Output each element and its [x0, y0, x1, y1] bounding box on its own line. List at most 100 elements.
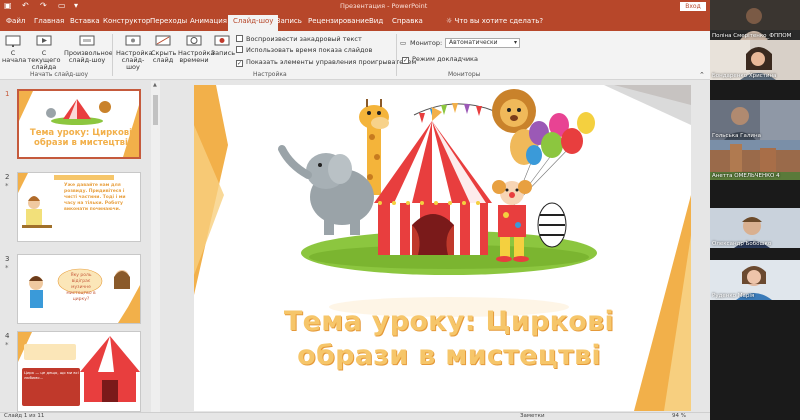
video-participants-panel: Поліна Смерітенко_ФППОМ Бондаренко Христ… — [710, 0, 800, 420]
slide-title[interactable]: Тема уроку: Циркові образи в мистецтві — [264, 305, 634, 373]
tell-me-label: Что вы хотите сделать? — [454, 17, 544, 25]
record-icon — [214, 35, 230, 46]
from-current-button[interactable]: С текущего слайда — [26, 34, 62, 71]
monitor-select[interactable]: Автоматически ▾ — [445, 38, 520, 48]
record-button[interactable]: Запись — [211, 34, 236, 57]
timer-icon — [186, 35, 202, 46]
hide-slide-icon — [155, 35, 171, 46]
tab-help[interactable]: Справка — [392, 17, 423, 25]
slide-accent-gray — [604, 85, 691, 125]
notes-button[interactable]: Заметки — [520, 413, 545, 419]
tab-design[interactable]: Конструктор — [103, 17, 150, 25]
slide-number: 4 — [5, 332, 10, 340]
participant-tile[interactable]: Олександр Бобошко — [710, 208, 800, 248]
participant-name: Бондаренко Христина — [712, 73, 777, 79]
thumbnail-text: Уже давайте нам для розвиду. Придивітеся… — [64, 183, 126, 212]
animation-star-icon: * — [5, 341, 9, 349]
participant-tile[interactable]: Гольська Галина — [710, 100, 800, 140]
custom-show-icon — [79, 35, 95, 46]
slide-number: 3 — [5, 255, 10, 263]
redo-icon[interactable]: ↷ — [40, 1, 47, 10]
save-icon[interactable]: ▣ — [4, 1, 12, 10]
rehearse-timings-button[interactable]: Настройка времени — [178, 34, 214, 64]
tab-slideshow[interactable]: Слайд-шоу — [228, 15, 279, 31]
animation-star-icon: * — [5, 182, 9, 190]
thumbnail-title: Тема уроку: Циркові образи в мистецтві — [29, 128, 133, 148]
sign-in-button[interactable]: Вход — [680, 2, 706, 11]
ribbon-tabs: Файл Главная Вставка Конструктор Переход… — [0, 13, 710, 31]
setup-show-button[interactable]: Настройка слайд-шоу — [116, 34, 153, 71]
player-controls-checkbox[interactable]: ✓ Показать элементы управления проигрыват… — [236, 58, 416, 67]
lion-face — [500, 99, 528, 127]
record-label: Запись — [211, 49, 236, 57]
hide-slide-button[interactable]: Скрыть слайд — [151, 34, 177, 64]
presenter-view-checkbox[interactable]: ✓ Режим докладчика — [402, 55, 478, 64]
from-beginning-button[interactable]: С начала — [2, 34, 27, 64]
slide-editor: Тема уроку: Циркові образи в мистецтві — [163, 81, 710, 412]
participant-tile[interactable]: Бондаренко Христина — [710, 40, 800, 80]
participant-tile[interactable]: Анетта ОМЕЛЬЧЕНКО 4 — [710, 140, 800, 180]
thumbnail-text: Яку роль відіграє музичне мистецтво в ци… — [66, 273, 96, 302]
lightbulb-icon: ☼ — [446, 17, 453, 25]
slide-title-line-2: образи в мистецтві — [297, 340, 601, 371]
scroll-up-icon[interactable]: ▲ — [153, 82, 157, 88]
title-bar: ▣ ↶ ↷ ▭ ▾ Презентация - PowerPoint Вход — [0, 0, 710, 13]
slide-thumbnail-4[interactable]: Цирк — це дещо, що ми всі любимо... — [17, 331, 141, 412]
screen: ▣ ↶ ↷ ▭ ▾ Презентация - PowerPoint Вход … — [0, 0, 800, 420]
scrollbar-thumb[interactable] — [153, 95, 158, 125]
slide-thumbnail-3[interactable]: Яку роль відіграє музичне мистецтво в ци… — [17, 254, 141, 324]
slide-number: 2 — [5, 173, 10, 181]
slide-title-line-1: Тема уроку: Циркові — [283, 306, 615, 337]
collapse-ribbon-icon[interactable]: ⌃ — [699, 71, 705, 79]
undo-icon[interactable]: ↶ — [22, 1, 29, 10]
narration-checkbox[interactable]: Воспроизвести закадровый текст — [236, 35, 362, 43]
tab-record[interactable]: Запись — [276, 17, 302, 25]
tab-transitions[interactable]: Переходы — [150, 17, 187, 25]
tab-view[interactable]: Вид — [369, 17, 383, 25]
thumbnails-scrollbar[interactable]: ▲ — [151, 81, 160, 412]
narration-label: Воспроизвести закадровый текст — [246, 35, 362, 43]
participant-name: Анетта ОМЕЛЬЧЕНКО 4 — [712, 173, 780, 179]
from-current-label: С текущего слайда — [27, 49, 61, 71]
player-controls-label: Показать элементы управления проигрывате… — [246, 58, 417, 66]
group-start-label: Начать слайд-шоу — [30, 71, 89, 78]
participant-name: Олександр Бобошко — [712, 241, 772, 247]
checkbox-icon — [236, 35, 243, 42]
from-beginning-label: С начала — [2, 49, 27, 64]
checkmark-icon: ✓ — [236, 60, 243, 67]
setup-show-icon — [125, 35, 141, 46]
animation-star-icon: * — [5, 264, 9, 272]
tab-home[interactable]: Главная — [34, 17, 64, 25]
custom-show-button[interactable]: Произвольное слайд-шоу — [64, 34, 113, 64]
monitor-label: Монитор: — [410, 39, 443, 47]
group-setup-label: Настройка — [253, 71, 287, 78]
hide-slide-label: Скрыть слайд — [151, 49, 177, 64]
slide-counter: Слайд 1 из 11 — [4, 413, 45, 419]
slide-thumbnail-2[interactable]: Уже давайте нам для розвиду. Придивітеся… — [17, 172, 141, 242]
ribbon-divider — [396, 34, 397, 76]
participant-tile[interactable]: Руденко Марія — [710, 260, 800, 300]
tab-file[interactable]: Файл — [6, 17, 25, 25]
start-from-beginning-icon[interactable]: ▭ — [58, 1, 66, 10]
current-slide[interactable]: Тема уроку: Циркові образи в мистецтві — [194, 85, 691, 411]
tab-review[interactable]: Рецензирование — [308, 17, 369, 25]
thumbnail-text: Цирк — це дещо, що ми всі любимо... — [24, 370, 79, 380]
monitor-value: Автоматически — [449, 39, 498, 46]
tell-me-search[interactable]: ☼ Что вы хотите сделать? — [446, 17, 543, 25]
tab-animations[interactable]: Анимация — [190, 17, 227, 25]
custom-show-label: Произвольное слайд-шоу — [64, 49, 113, 64]
zoom-level[interactable]: 94 % — [672, 413, 686, 419]
tab-insert[interactable]: Вставка — [70, 17, 100, 25]
balloon-red — [561, 128, 583, 154]
customize-toolbar-icon[interactable]: ▾ — [74, 1, 78, 10]
checkmark-icon: ✓ — [402, 57, 409, 64]
timings-checkbox[interactable]: Использовать время показа слайдов — [236, 46, 372, 54]
participant-tile[interactable]: Поліна Смерітенко_ФППОМ — [710, 0, 800, 40]
slide-thumbnail-1[interactable]: Тема уроку: Циркові образи в мистецтві — [17, 89, 141, 159]
checkbox-icon — [236, 46, 243, 53]
slideshow-start-icon — [5, 35, 21, 47]
balloon-blue — [526, 145, 542, 165]
setup-show-label: Настройка слайд-шоу — [116, 49, 153, 71]
elephant-trunk — [278, 145, 312, 179]
slideshow-current-icon — [36, 35, 52, 46]
